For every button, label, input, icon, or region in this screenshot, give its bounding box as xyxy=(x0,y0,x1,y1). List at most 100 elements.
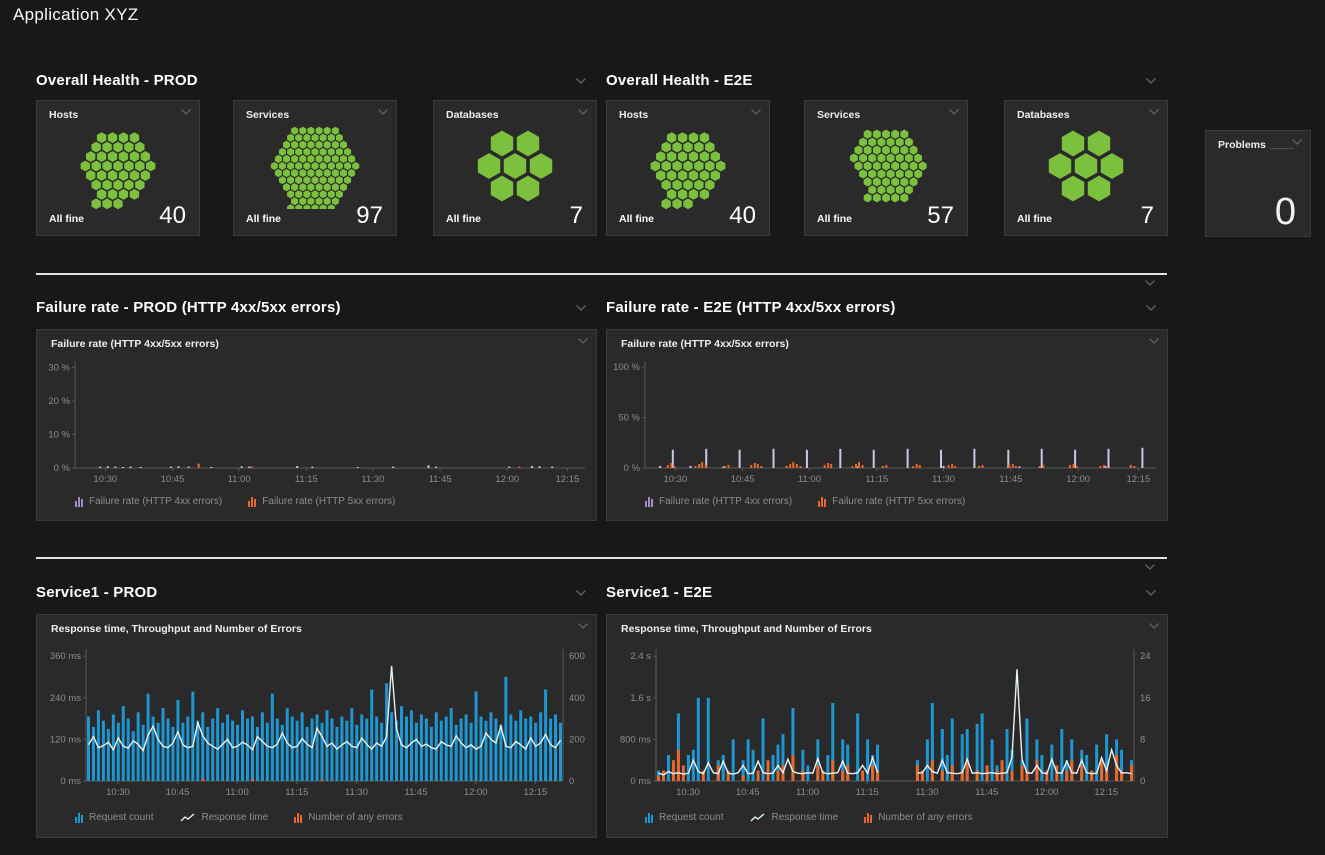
service1-prod-tile[interactable]: Response time, Throughput and Number of … xyxy=(36,614,597,838)
problems-tile[interactable]: Problems 0 xyxy=(1205,130,1311,237)
svg-text:11:30: 11:30 xyxy=(932,474,955,485)
bar-series-icon xyxy=(645,497,653,507)
chevron-down-icon[interactable] xyxy=(1145,589,1157,599)
svg-text:11:15: 11:15 xyxy=(865,474,888,485)
chevron-down-icon[interactable] xyxy=(575,304,587,314)
chevron-down-icon[interactable] xyxy=(1148,337,1160,347)
svg-text:0: 0 xyxy=(1140,776,1145,787)
failure-rate-e2e-chart: 100 %50 %0 %10:3010:4511:0011:1511:3011:… xyxy=(609,356,1161,496)
svg-text:12:15: 12:15 xyxy=(555,474,579,485)
svg-text:11:00: 11:00 xyxy=(226,787,249,798)
failure-rate-e2e-tile[interactable]: Failure rate (HTTP 4xx/5xx errors) 100 %… xyxy=(606,329,1168,521)
svg-text:30 %: 30 % xyxy=(48,362,70,373)
status-label: All fine xyxy=(817,213,852,225)
svg-text:0: 0 xyxy=(569,776,574,787)
svg-text:10:30: 10:30 xyxy=(93,474,117,485)
tile-title: Databases xyxy=(1017,109,1070,121)
honeycomb-chart xyxy=(37,123,199,209)
tile-title: Failure rate (HTTP 4xx/5xx errors) xyxy=(51,338,219,350)
chevron-down-icon[interactable] xyxy=(1144,279,1156,289)
health-tile-databases-prod[interactable]: Databases All fine 7 xyxy=(433,100,597,236)
chevron-down-icon[interactable] xyxy=(948,108,960,118)
legend-item: Request count xyxy=(645,812,724,823)
entity-count: 7 xyxy=(1141,202,1154,230)
svg-text:10:30: 10:30 xyxy=(663,474,687,485)
svg-text:360 ms: 360 ms xyxy=(50,651,81,662)
entity-count: 57 xyxy=(927,202,954,230)
svg-text:100 %: 100 % xyxy=(613,362,640,373)
chevron-down-icon[interactable] xyxy=(1291,138,1303,148)
chart-legend: Request count Response time Number of an… xyxy=(75,812,403,823)
service1-prod-chart: 360 ms240 ms120 ms0 ms600400200010:3010:… xyxy=(39,641,590,807)
entity-count: 7 xyxy=(570,202,583,230)
bar-series-icon xyxy=(645,813,653,823)
legend-item: Number of any errors xyxy=(294,812,402,823)
svg-text:2.4 s: 2.4 s xyxy=(630,651,651,662)
chevron-down-icon[interactable] xyxy=(577,337,589,347)
svg-text:11:15: 11:15 xyxy=(856,787,879,798)
chevron-down-icon[interactable] xyxy=(575,77,587,87)
legend-item: Number of any errors xyxy=(864,812,972,823)
svg-text:10:45: 10:45 xyxy=(161,474,185,485)
chevron-down-icon[interactable] xyxy=(750,108,762,118)
svg-text:11:00: 11:00 xyxy=(796,787,819,798)
chevron-down-icon[interactable] xyxy=(377,108,389,118)
svg-text:0 ms: 0 ms xyxy=(630,776,651,787)
problems-sparkline-placeholder xyxy=(1270,148,1294,149)
status-label: All fine xyxy=(1017,213,1052,225)
chevron-down-icon[interactable] xyxy=(1145,304,1157,314)
bar-series-icon xyxy=(248,497,256,507)
svg-text:0 %: 0 % xyxy=(624,463,641,474)
svg-text:11:30: 11:30 xyxy=(361,474,384,485)
svg-text:20 %: 20 % xyxy=(48,396,70,407)
health-tile-databases-e2e[interactable]: Databases All fine 7 xyxy=(1004,100,1168,236)
health-tile-services-e2e[interactable]: Services All fine 57 xyxy=(804,100,968,236)
health-tile-hosts-e2e[interactable]: Hosts All fine 40 xyxy=(606,100,770,236)
svg-text:11:45: 11:45 xyxy=(429,474,452,485)
health-tile-services-prod[interactable]: Services All fine 97 xyxy=(233,100,397,236)
failure-rate-prod-tile[interactable]: Failure rate (HTTP 4xx/5xx errors) 30 % 2… xyxy=(36,329,597,521)
tile-title: Hosts xyxy=(49,109,78,121)
entity-count: 40 xyxy=(729,202,756,230)
chevron-down-icon[interactable] xyxy=(1144,563,1156,573)
health-tile-hosts-prod[interactable]: Hosts All fine 40 xyxy=(36,100,200,236)
legend-item: Failure rate (HTTP 4xx errors) xyxy=(645,496,792,507)
svg-text:12:15: 12:15 xyxy=(1126,474,1150,485)
service1-e2e-tile[interactable]: Response time, Throughput and Number of … xyxy=(606,614,1168,838)
svg-text:120 ms: 120 ms xyxy=(50,734,81,745)
svg-text:800 ms: 800 ms xyxy=(620,734,651,745)
status-label: All fine xyxy=(446,213,481,225)
chevron-down-icon[interactable] xyxy=(180,108,192,118)
entity-count: 97 xyxy=(356,202,383,230)
chevron-down-icon[interactable] xyxy=(1148,108,1160,118)
chevron-down-icon[interactable] xyxy=(1145,77,1157,87)
chevron-down-icon[interactable] xyxy=(577,622,589,632)
legend-item: Failure rate (HTTP 4xx errors) xyxy=(75,496,222,507)
honeycomb-chart xyxy=(607,123,769,209)
bar-series-icon xyxy=(75,497,83,507)
tile-title: Failure rate (HTTP 4xx/5xx errors) xyxy=(621,338,789,350)
tile-title: Hosts xyxy=(619,109,648,121)
svg-text:16: 16 xyxy=(1140,693,1151,704)
svg-text:10:45: 10:45 xyxy=(731,474,755,485)
chevron-down-icon[interactable] xyxy=(1148,622,1160,632)
svg-text:12:15: 12:15 xyxy=(1094,787,1118,798)
chart-legend: Failure rate (HTTP 4xx errors) Failure r… xyxy=(645,496,965,507)
honeycomb-chart xyxy=(234,123,396,209)
status-label: All fine xyxy=(246,213,281,225)
svg-text:11:45: 11:45 xyxy=(975,787,998,798)
svg-text:0 ms: 0 ms xyxy=(60,776,81,787)
tile-title: Services xyxy=(246,109,289,121)
chart-legend: Request count Response time Number of an… xyxy=(645,812,973,823)
chevron-down-icon[interactable] xyxy=(575,589,587,599)
section-divider xyxy=(36,557,1167,559)
legend-item: Response time xyxy=(180,812,269,823)
svg-text:200: 200 xyxy=(569,734,585,745)
svg-text:12:15: 12:15 xyxy=(523,787,547,798)
svg-text:0 %: 0 % xyxy=(54,463,71,474)
svg-text:11:00: 11:00 xyxy=(228,474,251,485)
chevron-down-icon[interactable] xyxy=(577,108,589,118)
svg-text:24: 24 xyxy=(1140,651,1151,662)
service1-e2e-chart: 2.4 s1.6 s800 ms0 ms24168010:3010:4511:0… xyxy=(609,641,1161,807)
svg-text:11:45: 11:45 xyxy=(999,474,1022,485)
